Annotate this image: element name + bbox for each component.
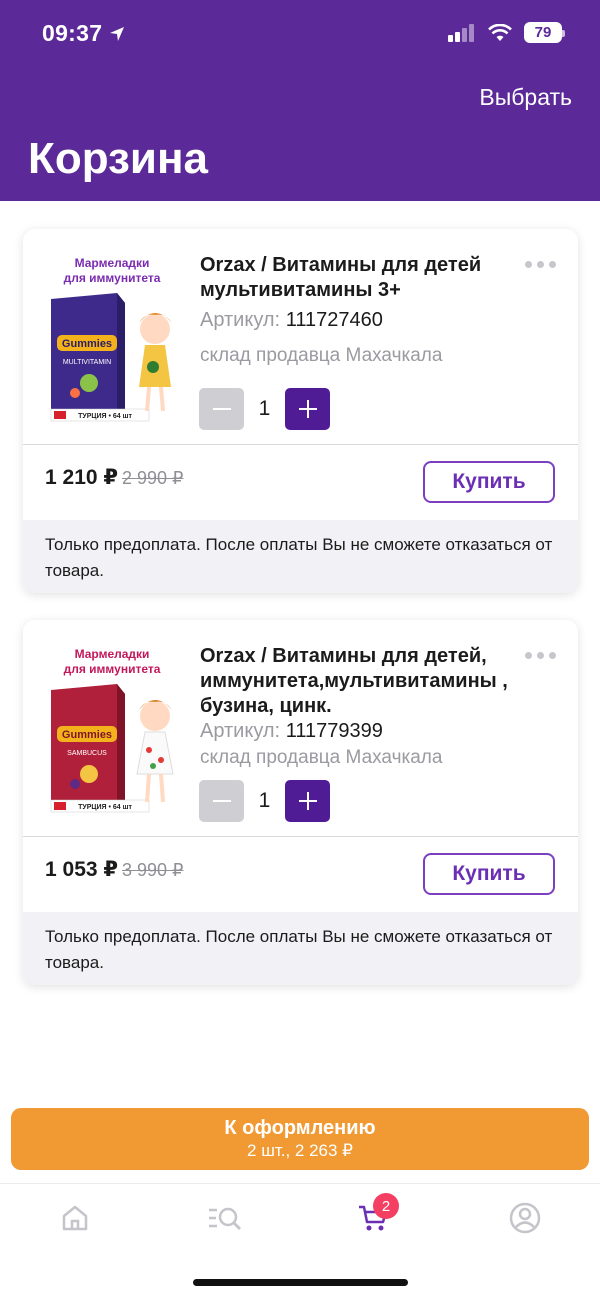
status-time-text: 09:37	[42, 20, 103, 46]
svg-text:MULTIVITAMIN: MULTIVITAMIN	[63, 359, 111, 366]
svg-text:для иммунитета: для иммунитета	[64, 662, 161, 676]
battery-indicator: 79	[524, 22, 565, 43]
old-price: 3 990 ₽	[122, 860, 184, 880]
sku-value: 111779399	[285, 720, 383, 742]
tab-home[interactable]	[55, 1198, 95, 1238]
svg-text:Gummies: Gummies	[62, 729, 112, 741]
sku-label: Артикул:	[200, 309, 281, 331]
quantity-stepper: 1	[199, 388, 330, 430]
old-price: 2 990 ₽	[122, 468, 184, 488]
location-arrow-icon	[110, 26, 125, 41]
price-block: 1 210 ₽2 990 ₽	[45, 465, 184, 490]
product-image[interactable]: Мармеладки для иммунитета Gummies MULTIV…	[45, 251, 179, 429]
product-store: склад продавца Махачкала	[200, 747, 443, 768]
divider	[23, 836, 578, 837]
prepayment-notice: Только предоплата. После оплаты Вы не см…	[23, 520, 578, 593]
product-store: склад продавца Махачкала	[200, 345, 443, 366]
page-title: Корзина	[28, 134, 208, 183]
tab-catalog[interactable]	[205, 1198, 245, 1238]
quantity-value: 1	[258, 789, 271, 812]
sku-value: 111727460	[285, 309, 383, 331]
battery-level: 79	[534, 24, 552, 41]
checkout-label: К оформлению	[224, 1117, 376, 1139]
status-indicators: 79	[448, 22, 565, 43]
decrease-button[interactable]	[199, 388, 244, 430]
cart-item-card: Мармеладки для иммунитета Gummies SAMBUC…	[23, 620, 578, 985]
cart-item-card: Мармеладки для иммунитета Gummies MULTIV…	[23, 229, 578, 593]
divider	[23, 444, 578, 445]
catalog-search-icon	[209, 1207, 241, 1230]
product-sku: Артикул: 111779399	[200, 720, 383, 743]
product-image[interactable]: Мармеладки для иммунитета Gummies SAMBUC…	[45, 642, 179, 820]
cellular-signal-icon	[448, 23, 474, 42]
plus-icon	[298, 792, 317, 810]
decrease-button[interactable]	[199, 780, 244, 822]
home-icon	[62, 1205, 88, 1231]
cart-count-badge: 2	[373, 1193, 399, 1219]
plus-icon	[298, 400, 317, 418]
svg-text:Мармеладки: Мармеладки	[75, 256, 150, 270]
increase-button[interactable]	[285, 780, 330, 822]
svg-text:для иммунитета: для иммунитета	[64, 271, 161, 285]
sku-label: Артикул:	[200, 720, 281, 742]
svg-text:SAMBUCUS: SAMBUCUS	[67, 750, 107, 757]
minus-icon	[212, 800, 231, 802]
profile-icon	[509, 1202, 541, 1234]
wifi-icon	[488, 23, 512, 41]
product-title[interactable]: Orzax / Витамины для детей мультивитамин…	[200, 253, 530, 303]
quantity-stepper: 1	[199, 780, 330, 822]
status-time: 09:37	[42, 20, 126, 47]
quantity-value: 1	[258, 397, 271, 420]
checkout-button[interactable]: К оформлению 2 шт., 2 263 ₽	[11, 1108, 589, 1170]
product-sku: Артикул: 111727460	[200, 309, 383, 332]
current-price: 1 053 ₽	[45, 858, 118, 881]
tab-profile[interactable]	[505, 1198, 545, 1238]
product-title[interactable]: Orzax / Витамины для детей, иммунитета,м…	[200, 644, 530, 719]
increase-button[interactable]	[285, 388, 330, 430]
buy-button[interactable]: Купить	[423, 461, 555, 503]
prepayment-notice: Только предоплата. После оплаты Вы не см…	[23, 912, 578, 985]
svg-text:ТУРЦИЯ • 64 шт: ТУРЦИЯ • 64 шт	[78, 804, 132, 811]
price-block: 1 053 ₽3 990 ₽	[45, 857, 184, 882]
app-header: 09:37 79 Выбрать Корзина	[0, 0, 600, 201]
buy-button[interactable]: Купить	[423, 853, 555, 895]
checkout-summary: 2 шт., 2 263 ₽	[247, 1141, 353, 1160]
minus-icon	[212, 408, 231, 410]
current-price: 1 210 ₽	[45, 466, 118, 489]
svg-text:ТУРЦИЯ • 64 шт: ТУРЦИЯ • 64 шт	[78, 413, 132, 420]
home-indicator[interactable]	[193, 1279, 408, 1286]
select-button[interactable]: Выбрать	[479, 84, 572, 111]
svg-text:Gummies: Gummies	[62, 338, 112, 350]
svg-text:Мармеладки: Мармеладки	[75, 647, 150, 661]
